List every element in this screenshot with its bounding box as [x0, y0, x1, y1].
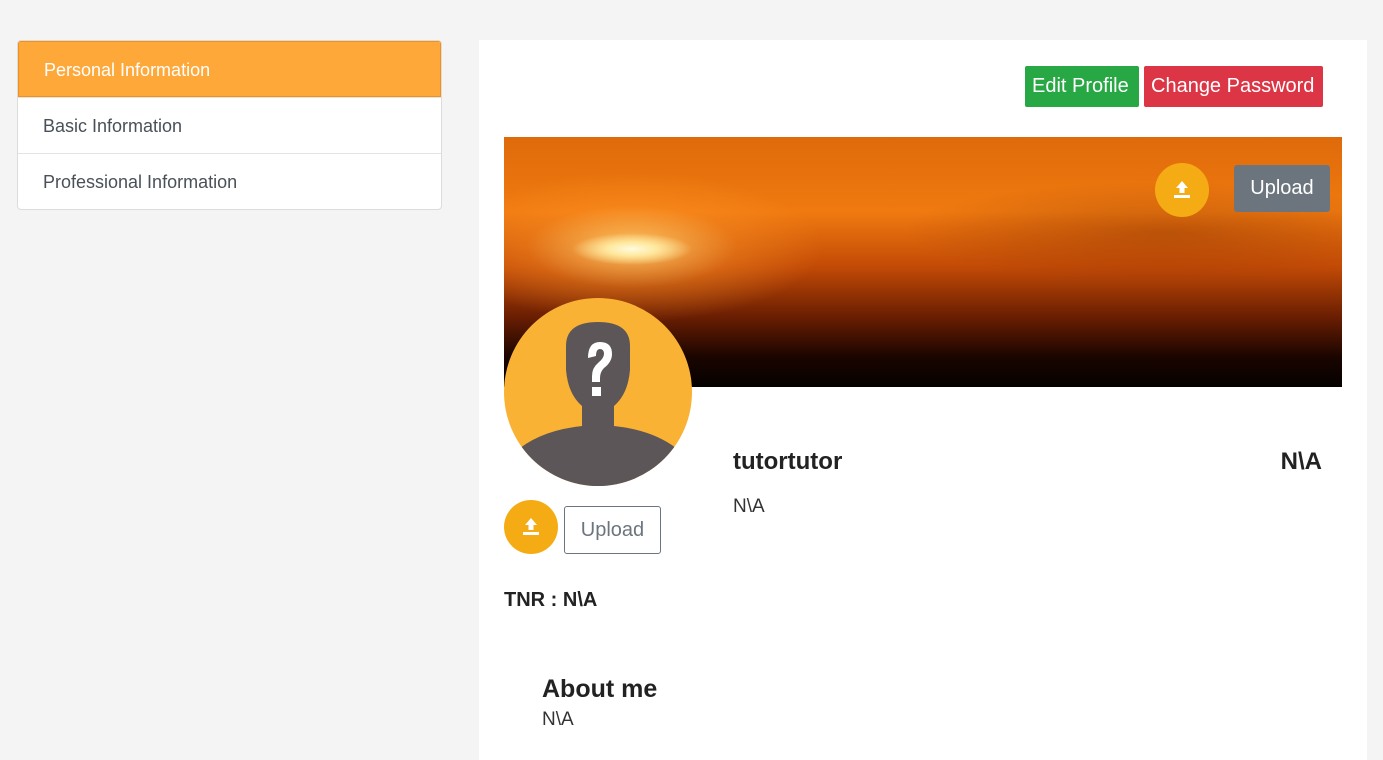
profile-username: tutortutor	[733, 448, 843, 475]
sidebar-item-personal-information[interactable]: Personal Information	[18, 41, 441, 97]
unknown-user-avatar-icon	[504, 322, 692, 486]
edit-profile-button[interactable]: Edit Profile	[1025, 66, 1139, 107]
cover-upload-button[interactable]: Upload	[1234, 165, 1330, 212]
cover-upload-icon[interactable]	[1155, 163, 1209, 217]
about-me-title: About me	[542, 675, 658, 703]
avatar	[504, 298, 692, 486]
tnr-label: TNR : N\A	[504, 589, 598, 611]
avatar-upload-button[interactable]: Upload	[564, 506, 661, 554]
sidebar-item-professional-information[interactable]: Professional Information	[18, 153, 441, 209]
profile-subtitle: N\A	[733, 496, 765, 517]
profile-panel: Edit Profile Change Password Upload Uplo…	[479, 40, 1367, 760]
profile-sidebar: Personal Information Basic Information P…	[17, 40, 442, 210]
upload-icon	[1174, 181, 1190, 198]
change-password-button[interactable]: Change Password	[1144, 66, 1323, 107]
avatar-upload-icon[interactable]	[504, 500, 558, 554]
profile-right-value: N\A	[1280, 448, 1322, 475]
upload-icon	[523, 518, 539, 535]
about-me-text: N\A	[542, 709, 574, 730]
sidebar-item-basic-information[interactable]: Basic Information	[18, 97, 441, 153]
